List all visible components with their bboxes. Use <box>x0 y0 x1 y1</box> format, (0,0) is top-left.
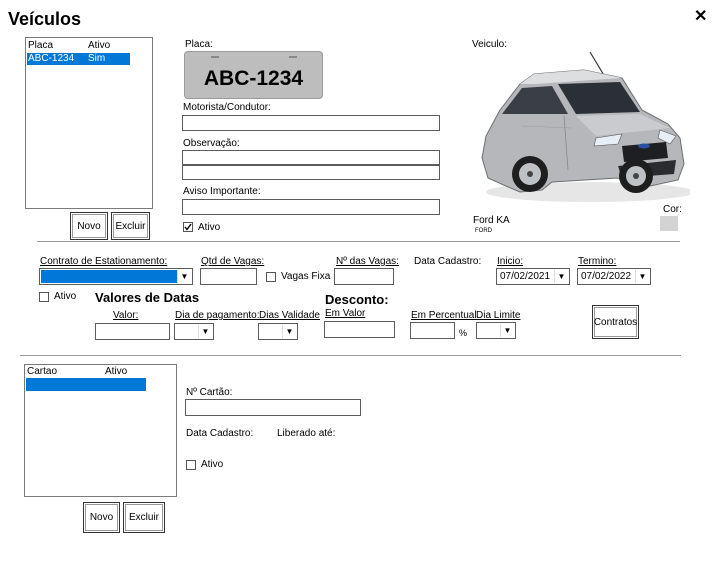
qtd-vagas-field[interactable] <box>200 268 257 285</box>
car-model: Ford KA <box>473 215 510 226</box>
dia-limite-combo[interactable]: ▼ <box>476 322 516 339</box>
inicio-value: 07/02/2021 <box>500 271 551 282</box>
qtd-vagas-label: Qtd de Vagas: <box>201 256 265 267</box>
em-valor-label: Em Valor <box>325 308 366 319</box>
license-plate: ABC-1234 <box>184 51 323 99</box>
card-delete-button[interactable]: Excluir <box>123 502 165 533</box>
contrato-combo[interactable]: ▼ <box>39 268 193 285</box>
vagas-fixa-checkbox[interactable] <box>266 272 276 282</box>
liberado-label: Liberado até: <box>277 428 336 439</box>
num-vagas-field[interactable] <box>334 268 394 285</box>
desconto-title: Desconto: <box>325 292 389 307</box>
card-ativo-label: Ativo <box>201 459 224 470</box>
vehicle-delete-button[interactable]: Excluir <box>111 212 150 240</box>
em-valor-field[interactable] <box>324 321 395 338</box>
car-image <box>481 51 690 202</box>
termino-label: Termino: <box>578 256 617 267</box>
data-cadastro-label: Data Cadastro: <box>414 256 482 267</box>
vehicle-list-header-placa: Placa <box>28 40 54 51</box>
contrato-label: Contrato de Estationamento: <box>40 256 168 267</box>
car-brand: FORD <box>475 228 492 234</box>
em-percentual-label: Em Percentual <box>411 310 477 321</box>
em-percentual-field[interactable] <box>410 322 455 339</box>
plate-dot-left <box>211 56 219 58</box>
aviso-field[interactable] <box>182 199 440 215</box>
observacao-field-1[interactable] <box>182 150 440 165</box>
card-list-row[interactable] <box>26 378 146 391</box>
aviso-label: Aviso Importante: <box>183 186 261 197</box>
plate-dot-right <box>289 56 297 58</box>
contract-ativo-label: Ativo <box>54 291 77 302</box>
dia-limite-dropdown-icon[interactable]: ▼ <box>500 324 514 337</box>
dia-pagamento-combo[interactable]: ▼ <box>174 323 214 340</box>
dias-validade-dropdown-icon[interactable]: ▼ <box>282 325 296 338</box>
vehicle-window: Veículos ✕ Placa Ativo ABC-1234 Sim Novo… <box>0 0 713 571</box>
vagas-fixa-label: Vagas Fixa <box>281 271 331 282</box>
card-list[interactable]: Cartao Ativo <box>24 364 177 497</box>
card-list-header-cartao: Cartao <box>27 366 58 377</box>
vehicle-list-row[interactable]: ABC-1234 Sim <box>27 53 130 65</box>
placa-label: Placa: <box>185 39 213 50</box>
observacao-field-2[interactable] <box>182 165 440 180</box>
dia-pagamento-dropdown-icon[interactable]: ▼ <box>198 325 212 338</box>
dias-validade-combo[interactable]: ▼ <box>258 323 298 340</box>
vehicle-list-header-ativo: Ativo <box>88 40 111 51</box>
card-data-cadastro-label: Data Cadastro: <box>186 428 254 439</box>
dias-validade-label: Dias Validade <box>259 310 320 321</box>
cor-label: Cor: <box>663 204 682 215</box>
vehicle-row-ativo: Sim <box>88 53 106 64</box>
dia-pagamento-label: Dia de pagamento: <box>175 310 260 321</box>
contrato-dropdown-icon[interactable]: ▼ <box>177 270 191 283</box>
ativo-checkbox[interactable] <box>183 222 193 232</box>
plate-text: ABC-1234 <box>203 67 304 90</box>
inicio-date-picker[interactable]: 07/02/2021 ▼ <box>496 268 570 285</box>
valor-field[interactable] <box>95 323 170 340</box>
termino-value: 07/02/2022 <box>581 271 632 282</box>
contract-ativo-checkbox[interactable] <box>39 292 49 302</box>
window-title: Veículos <box>8 9 82 29</box>
motorista-field[interactable] <box>182 115 440 131</box>
motorista-label: Motorista/Condutor: <box>183 102 271 113</box>
card-list-header-ativo: Ativo <box>105 366 128 377</box>
ativo-label: Ativo <box>198 222 221 233</box>
vehicle-row-placa: ABC-1234 <box>28 53 75 64</box>
valor-label: Valor: <box>113 310 139 321</box>
vehicle-new-button[interactable]: Novo <box>70 212 108 240</box>
observacao-label: Observação: <box>183 138 240 149</box>
valores-title: Valores de Datas <box>95 290 200 305</box>
inicio-label: Inicio: <box>497 256 524 267</box>
inicio-dropdown-icon[interactable]: ▼ <box>554 270 568 283</box>
numero-cartao-field[interactable] <box>185 399 361 416</box>
card-ativo-checkbox[interactable] <box>186 460 196 470</box>
color-swatch[interactable] <box>660 216 678 231</box>
termino-dropdown-icon[interactable]: ▼ <box>635 270 649 283</box>
contratos-button[interactable]: Contratos <box>592 305 639 339</box>
percent-sign: % <box>459 328 468 338</box>
contrato-combo-selection <box>41 270 178 283</box>
dia-limite-label: Dia Limite <box>476 310 521 321</box>
check-icon <box>184 223 192 231</box>
card-new-button[interactable]: Novo <box>83 502 120 533</box>
divider-bottom <box>20 355 681 356</box>
num-vagas-label: Nº das Vagas: <box>336 256 399 267</box>
divider-top <box>37 241 680 242</box>
numero-cartao-label: Nº Cartão: <box>186 387 233 398</box>
close-icon[interactable]: ✕ <box>694 6 707 26</box>
vehicle-list[interactable]: Placa Ativo ABC-1234 Sim <box>25 37 153 209</box>
termino-date-picker[interactable]: 07/02/2022 ▼ <box>577 268 651 285</box>
